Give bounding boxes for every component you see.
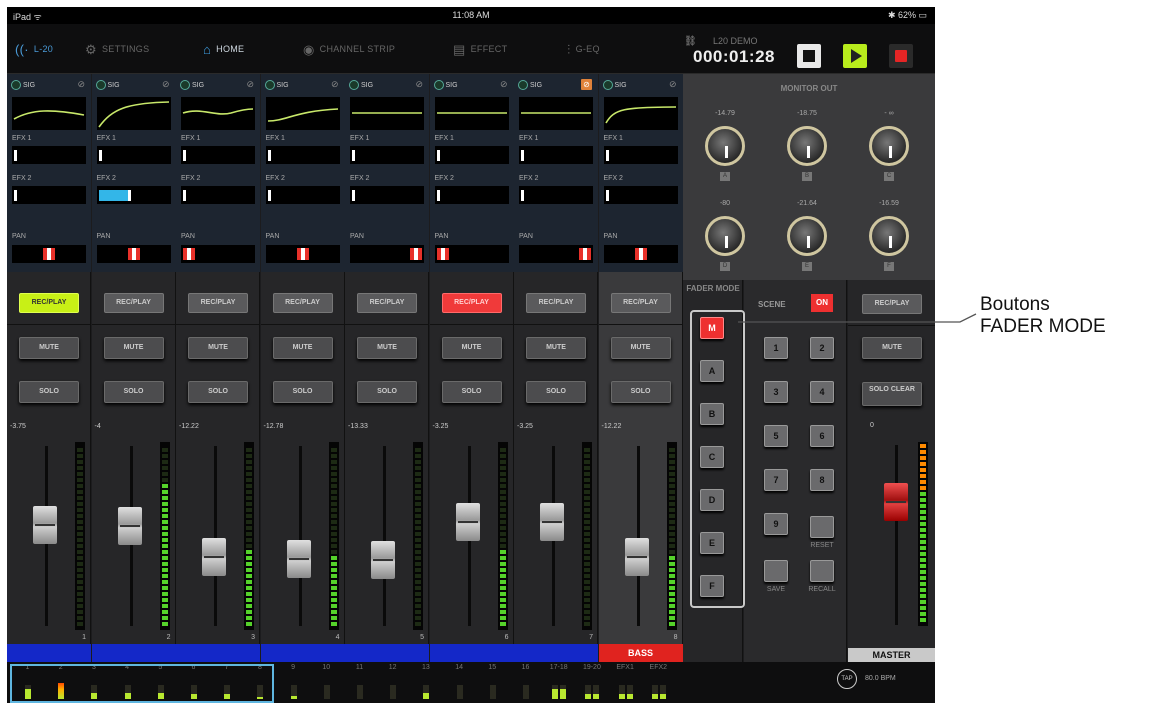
annotation-line-1: Boutons bbox=[980, 294, 1050, 315]
figure: iPad ᯤ 11:08 AM ✱ 62% ▭ ((· L-20 ⚙ SETTING… bbox=[0, 0, 1154, 703]
annotation-line-2: FADER MODE bbox=[980, 316, 1106, 337]
annotation-leader-line bbox=[738, 313, 977, 323]
annotation-label: Boutons FADER MODE bbox=[980, 294, 1106, 338]
